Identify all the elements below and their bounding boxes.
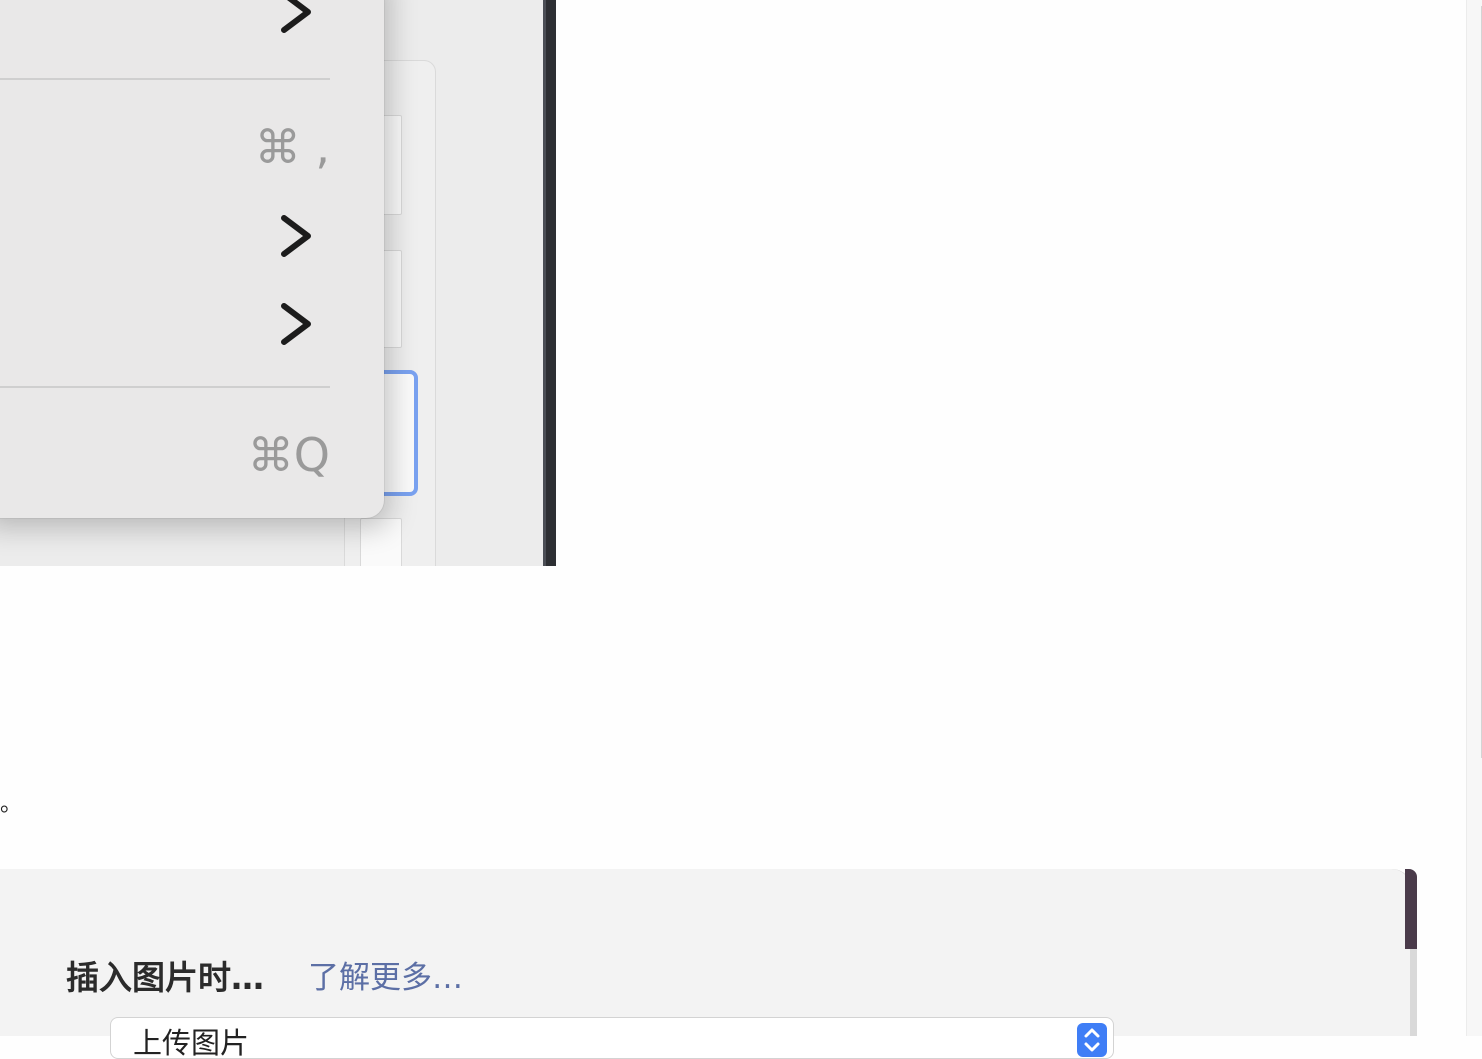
chevron-updown-icon bbox=[1084, 1028, 1100, 1052]
embedded-screenshot: ⌘ , ⌘Q bbox=[0, 0, 556, 566]
menu-item-submenu[interactable] bbox=[0, 0, 384, 70]
chevron-right-icon bbox=[281, 0, 311, 33]
menu-separator bbox=[0, 78, 330, 80]
chevron-right-icon bbox=[281, 303, 311, 345]
image-action-select[interactable]: 上传图片 bbox=[110, 1017, 1114, 1059]
menu-item-submenu[interactable] bbox=[0, 200, 384, 274]
image-action-select-value: 上传图片 bbox=[133, 1026, 250, 1059]
shortcut-preferences: ⌘ , bbox=[254, 120, 330, 174]
page-scrollbar[interactable] bbox=[1466, 0, 1482, 1036]
panel-edge bbox=[1405, 869, 1417, 949]
menu-item-submenu[interactable] bbox=[0, 288, 384, 362]
settings-field[interactable] bbox=[360, 518, 402, 566]
body-text-fragment: 。 bbox=[0, 792, 23, 817]
menu-separator bbox=[0, 386, 330, 388]
learn-more-link[interactable]: 了解更多… bbox=[308, 952, 463, 997]
insert-image-label: 插入图片时… bbox=[66, 958, 264, 997]
menu-item-preferences[interactable]: ⌘ , bbox=[0, 110, 384, 186]
menu-item-quit[interactable]: ⌘Q bbox=[0, 418, 384, 494]
chevron-right-icon bbox=[281, 215, 311, 257]
app-dropdown-menu: ⌘ , ⌘Q bbox=[0, 0, 384, 518]
panel-edge bbox=[1410, 949, 1417, 1036]
window-edge bbox=[543, 0, 556, 566]
select-stepper-icon[interactable] bbox=[1077, 1023, 1107, 1057]
shortcut-quit: ⌘Q bbox=[247, 428, 330, 482]
